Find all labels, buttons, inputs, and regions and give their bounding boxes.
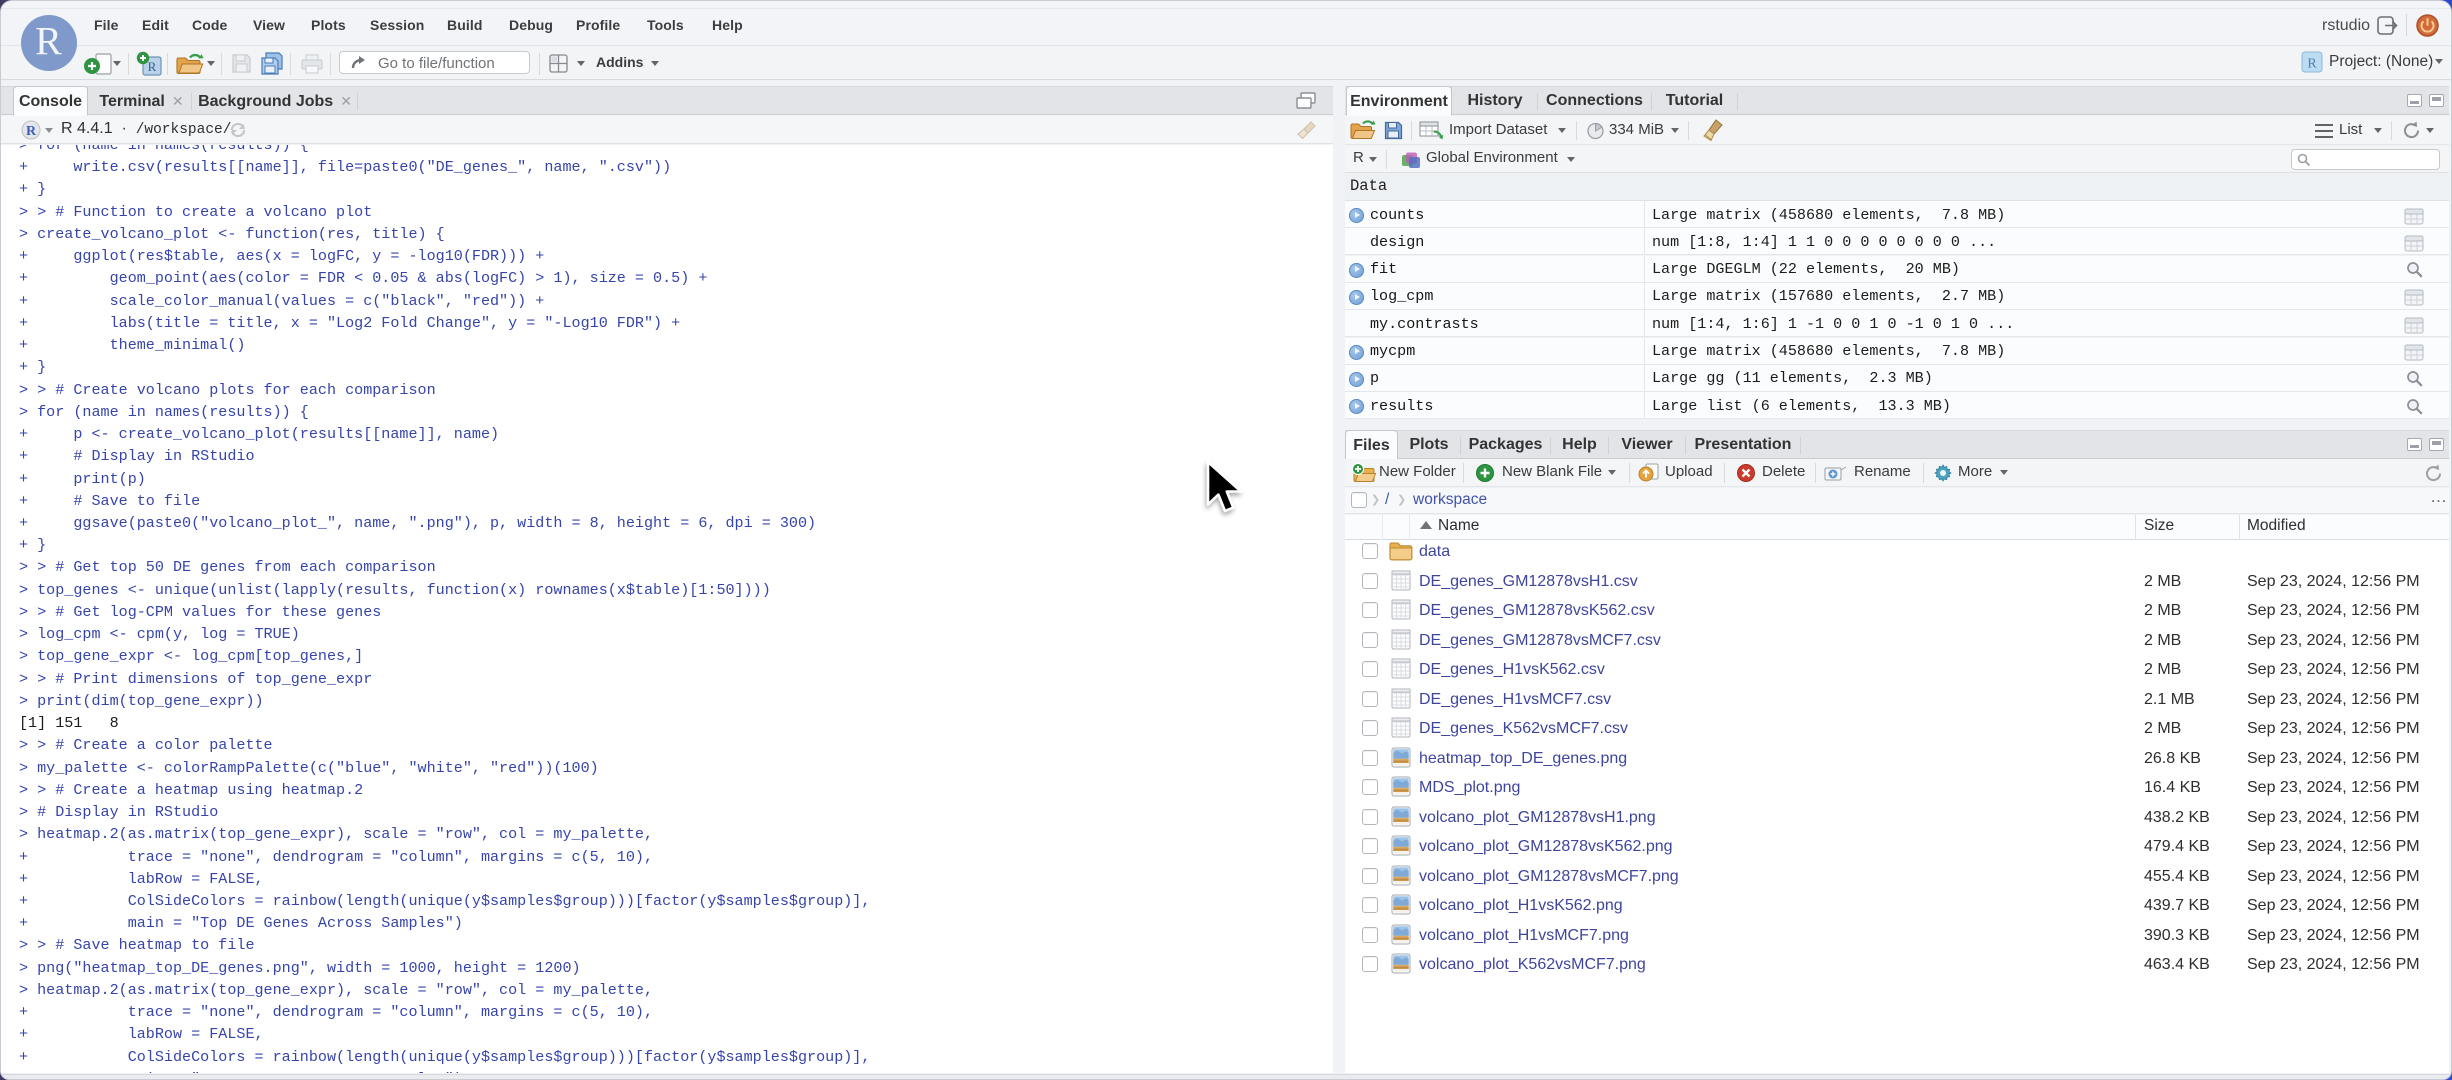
svg-text:R: R: [2307, 57, 2317, 72]
svg-text:R: R: [26, 124, 37, 139]
svg-text:R: R: [148, 59, 157, 74]
